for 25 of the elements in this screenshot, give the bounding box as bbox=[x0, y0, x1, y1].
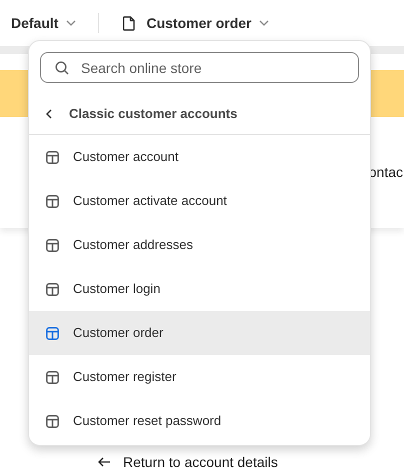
layout-icon bbox=[46, 326, 59, 340]
layout-icon bbox=[46, 282, 59, 296]
layout-icon bbox=[46, 194, 59, 208]
arrow-left-icon bbox=[98, 457, 111, 467]
template-selector[interactable]: Customer order bbox=[123, 8, 270, 38]
layout-icon bbox=[46, 370, 59, 384]
template-item[interactable]: Customer login bbox=[29, 267, 370, 311]
chevron-down-icon bbox=[259, 20, 270, 26]
chevron-left-icon bbox=[46, 109, 52, 119]
template-item[interactable]: Customer addresses bbox=[29, 223, 370, 267]
layout-icon bbox=[46, 150, 59, 164]
template-item[interactable]: Customer register bbox=[29, 355, 370, 399]
document-icon bbox=[123, 16, 136, 30]
search-field[interactable]: Search online store bbox=[40, 52, 359, 83]
return-link[interactable]: Return to account details bbox=[98, 454, 278, 470]
back-button[interactable]: Classic customer accounts bbox=[46, 100, 238, 128]
theme-selector[interactable]: Default bbox=[0, 8, 88, 38]
layout-icon bbox=[46, 238, 59, 252]
layout-icon bbox=[46, 414, 59, 428]
search-icon bbox=[55, 61, 69, 75]
template-item[interactable]: Customer activate account bbox=[29, 179, 370, 223]
template-item[interactable]: Customer account bbox=[29, 135, 370, 179]
template-item[interactable]: Customer reset password bbox=[29, 399, 370, 443]
chevron-down-icon bbox=[66, 20, 76, 26]
template-item[interactable]: Customer order bbox=[29, 311, 370, 355]
